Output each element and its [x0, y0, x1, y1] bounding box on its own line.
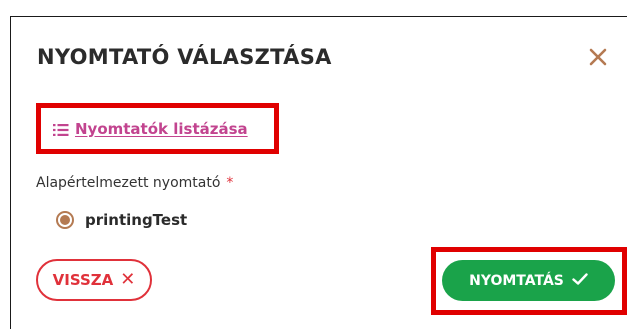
- close-icon[interactable]: [585, 44, 611, 70]
- required-mark: *: [226, 175, 234, 191]
- radio-dot: [60, 215, 70, 225]
- print-button[interactable]: NYOMTATÁS: [442, 260, 615, 301]
- default-printer-label: Alapértelmezett nyomtató *: [36, 175, 233, 191]
- print-button-highlight: NYOMTATÁS: [431, 247, 627, 315]
- list-icon: [53, 122, 69, 136]
- dialog-title: NYOMTATÓ VÁLASZTÁSA: [37, 45, 332, 69]
- check-icon: [572, 272, 588, 289]
- back-button-label: VISSZA: [52, 271, 114, 289]
- printer-option-printingtest[interactable]: printingTest: [56, 211, 187, 229]
- printer-option-label: printingTest: [85, 211, 188, 229]
- default-printer-label-text: Alapértelmezett nyomtató: [36, 175, 221, 191]
- list-printers-link[interactable]: Nyomtatók listázása: [36, 103, 279, 154]
- printer-select-dialog: NYOMTATÓ VÁLASZTÁSA Nyomtatók listázása …: [10, 16, 627, 329]
- list-printers-label: Nyomtatók listázása: [75, 119, 248, 138]
- close-x-icon: ✕: [120, 269, 136, 290]
- back-button[interactable]: VISSZA ✕: [36, 259, 152, 301]
- radio-selected-icon[interactable]: [56, 211, 74, 229]
- print-button-label: NYOMTATÁS: [469, 272, 564, 289]
